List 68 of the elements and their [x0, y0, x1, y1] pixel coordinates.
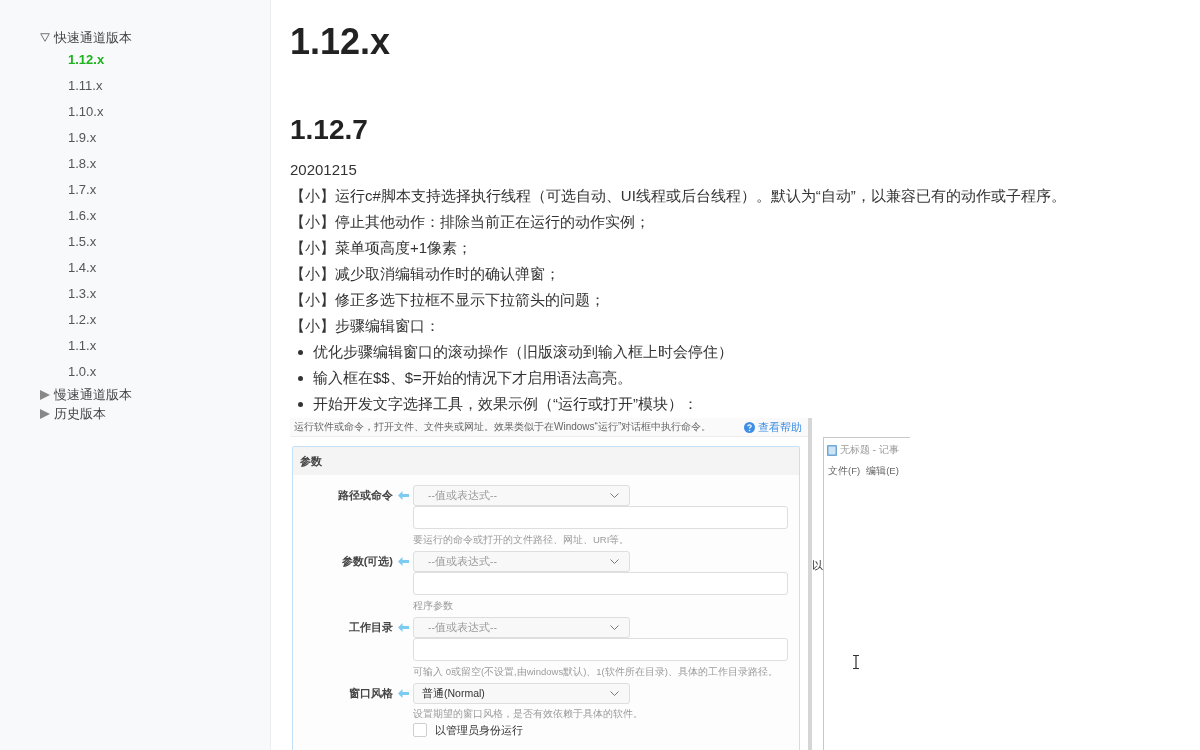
chevron-down-icon [610, 559, 619, 564]
changelog-line: 【小】修正多选下拉框不显示下拉箭头的问题； [290, 290, 605, 310]
tree-item[interactable]: 1.11.x [68, 73, 103, 99]
tree-group-header[interactable]: 历史版本 [40, 404, 106, 423]
changelog-line: 【小】运行c#脚本支持选择执行线程（可选自动、UI线程或后台线程）。默认为“自动”，以兼容已有的动作或子程序。 [290, 186, 1066, 206]
changelog-line: 【小】减少取消编辑动作时的确认弹窗； [290, 264, 560, 284]
tree-item[interactable]: 1.5.x [68, 229, 97, 255]
input-field[interactable] [413, 638, 788, 661]
tree-item[interactable]: 1.6.x [68, 203, 97, 229]
section-heading: 1.12.7 [290, 113, 368, 147]
changelog-bullet-text: 输入框在$$、$=开始的情况下才启用语法高亮。 [313, 368, 632, 388]
tree-item[interactable]: 1.10.x [68, 99, 104, 125]
field-label: 参数(可选) [341, 554, 393, 569]
chevron-down-icon [610, 691, 619, 696]
input-field[interactable] [413, 572, 788, 595]
input-field[interactable] [413, 506, 788, 529]
left-arrow-icon [397, 623, 409, 632]
field-label: 工作目录 [349, 620, 393, 635]
chevron-down-icon [610, 625, 619, 630]
release-date: 20201215 [290, 160, 357, 180]
changelog-bullet-text: 优化步骤编辑窗口的滚动操作（旧版滚动到输入框上时会停住） [313, 342, 733, 362]
select-placeholder: --值或表达式-- [428, 488, 497, 503]
changelog-line: 【小】步骤编辑窗口： [290, 316, 440, 336]
bullet-icon [298, 401, 303, 407]
tree-item[interactable]: 1.7.x [68, 177, 97, 203]
select-placeholder: --值或表达式-- [428, 620, 497, 635]
notepad-title: 无标题 - 记事 [840, 443, 899, 457]
field-label: 路径或命令 [338, 488, 393, 503]
expand-triangle-icon[interactable] [40, 389, 50, 400]
left-arrow-icon [397, 557, 409, 566]
collapse-triangle-icon[interactable] [40, 33, 50, 42]
tree-item[interactable]: 1.4.x [68, 255, 97, 281]
text-cursor-icon [852, 655, 860, 669]
left-arrow-icon [397, 689, 409, 698]
dropdown-select[interactable]: 普通(Normal) [413, 683, 630, 704]
page-title: 1.12.x [290, 20, 391, 64]
partial-text: 以 [812, 559, 823, 572]
changelog-bullet-text: 开始开发文字选择工具，效果示例（“运行或打开”模块）： [313, 394, 698, 414]
tree-item[interactable]: 1.2.x [68, 307, 97, 333]
field-hint: 可输入 0或留空(不设置,由windows默认)、1(软件所在目录)、具体的工作目录路径。 [413, 665, 778, 679]
select-value: 普通(Normal) [422, 686, 485, 701]
tree-item[interactable]: 1.8.x [68, 151, 97, 177]
chevron-down-icon [610, 493, 619, 498]
menu-item[interactable]: 编辑(E) [866, 464, 899, 478]
field-hint: 要运行的命令或打开的文件路径、网址、URI等。 [413, 533, 630, 547]
bullet-icon [298, 349, 303, 355]
field-hint: 程序参数 [413, 599, 453, 613]
help-icon [744, 421, 755, 433]
checkbox-label: 以管理员身份运行 [435, 722, 523, 738]
expand-triangle-icon[interactable] [40, 408, 50, 419]
bullet-icon [298, 375, 303, 381]
field-hint: 设置期望的窗口风格，是否有效依赖于具体的软件。 [413, 707, 643, 721]
left-arrow-icon [397, 491, 409, 500]
select-placeholder: --值或表达式-- [428, 554, 497, 569]
tree-group-header[interactable]: 快速通道版本 [40, 28, 132, 47]
notepad-icon [827, 444, 837, 456]
tree-item[interactable]: 1.9.x [68, 125, 97, 151]
tree-item[interactable]: 1.1.x [68, 333, 97, 359]
tree-group-header[interactable]: 慢速通道版本 [40, 385, 132, 404]
tree-item[interactable]: 1.3.x [68, 281, 97, 307]
changelog-line: 【小】停止其他动作：排除当前正在运行的动作实例； [290, 212, 650, 232]
changelog-line: 【小】菜单项高度+1像素； [290, 238, 473, 258]
panel-title: 参数 [293, 447, 799, 475]
tree-item[interactable]: 1.0.x [68, 359, 97, 385]
checkbox[interactable] [413, 723, 427, 737]
module-description: 运行软件或命令，打开文件、文件夹或网址。效果类似于在Windows“运行”对话框中执行命令。 [294, 420, 712, 434]
menu-item[interactable]: 文件(F) [828, 464, 861, 478]
field-label: 窗口风格 [349, 686, 393, 701]
